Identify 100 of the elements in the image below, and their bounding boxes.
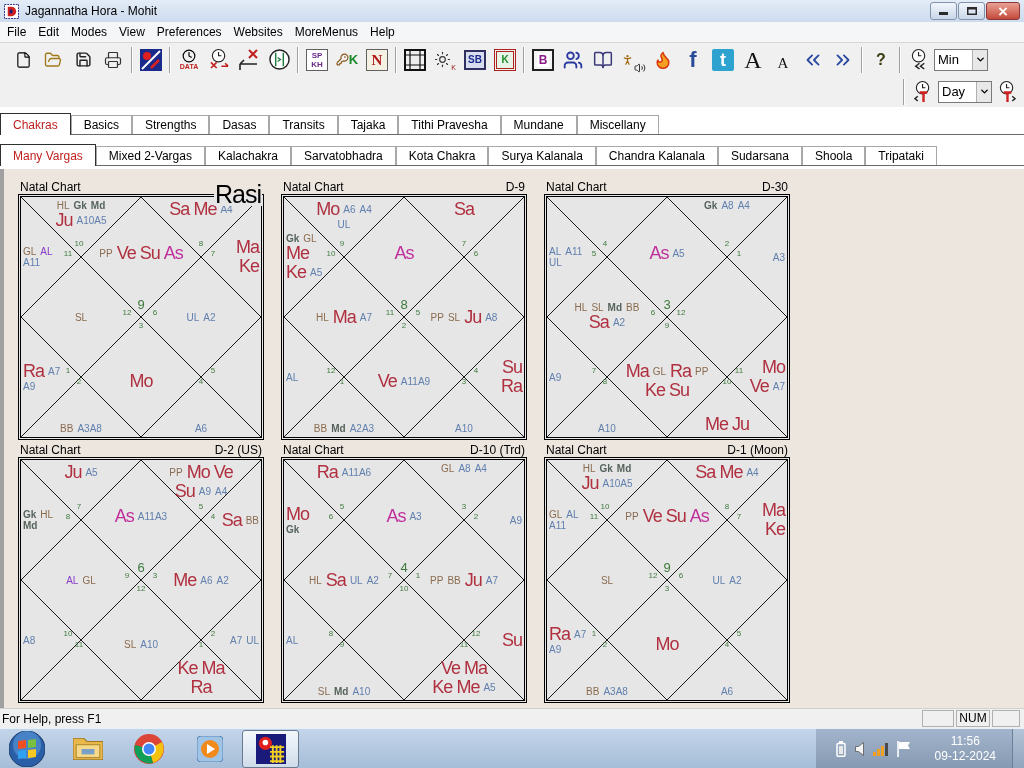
toolbar-button[interactable]: A	[768, 45, 798, 74]
tab[interactable]: Shoola	[801, 146, 866, 165]
ascendant-label: As	[163, 243, 183, 263]
menu-item[interactable]: Preferences	[150, 22, 228, 42]
sign-number: 1	[736, 250, 742, 258]
sign-number: 6	[152, 309, 158, 317]
menu-item[interactable]: MoreMenus	[288, 22, 365, 42]
toolbar-button[interactable]: f	[678, 45, 708, 74]
close-icon	[998, 6, 1008, 16]
menu-item[interactable]: View	[113, 22, 151, 42]
tab[interactable]: Basics	[70, 115, 133, 134]
tab[interactable]: Tithi Pravesha	[398, 115, 501, 134]
planet-label: Ju	[581, 474, 599, 493]
planet-label: Ke	[764, 520, 785, 539]
speaker-icon	[633, 61, 646, 74]
toolbar-button[interactable]: K	[332, 45, 362, 74]
point-label: SL	[447, 311, 461, 323]
sign-number: 11	[589, 513, 599, 521]
point-label: BB	[313, 423, 328, 434]
arudha-label: A2	[203, 311, 216, 323]
tab[interactable]: Many Vargas	[0, 144, 96, 166]
tab[interactable]: Chandra Kalanala	[595, 146, 718, 165]
arudha-label: A5	[310, 266, 323, 278]
toolbar-button[interactable]: N	[366, 48, 388, 71]
planet-label: Ra	[549, 625, 570, 644]
planet-label: Ra	[190, 678, 212, 697]
minimize-button[interactable]	[930, 2, 957, 20]
sign-number: 9	[124, 572, 130, 580]
toolbar-button[interactable]: B	[532, 48, 554, 71]
menu-item[interactable]: Edit	[32, 22, 66, 42]
close-button[interactable]	[986, 2, 1020, 20]
key-icon	[335, 53, 349, 66]
planet-label: Mo	[316, 200, 340, 219]
sign-number: 2	[724, 240, 730, 248]
sign-number: 8	[400, 297, 408, 311]
sign-number: 6	[473, 250, 479, 258]
sign-number: 3	[461, 378, 467, 386]
sign-number: 10	[600, 503, 610, 511]
period-dropdown[interactable]: Min	[934, 48, 988, 71]
clock-cross-icon	[209, 48, 229, 71]
planet-label: Ma	[464, 659, 487, 678]
sign-number: 1	[339, 378, 345, 386]
tab[interactable]: Transits	[269, 115, 338, 134]
menu-item[interactable]: File	[1, 22, 33, 42]
arudha-label: A8	[485, 311, 498, 323]
tab[interactable]: Tripataki	[865, 146, 937, 165]
sign-number: 12	[136, 585, 146, 593]
chart-label: D-30	[762, 180, 788, 194]
point-label: HL	[40, 509, 54, 520]
sign-number: 2	[602, 641, 608, 649]
tab[interactable]: Tajaka	[337, 115, 399, 134]
upagraha-label: Md	[616, 463, 632, 474]
period-dropdown[interactable]: Day	[938, 80, 992, 103]
planet-label: Sa	[325, 570, 346, 590]
sign-number: 9	[663, 560, 671, 574]
tab[interactable]: Surya Kalanala	[488, 146, 596, 165]
maximize-button[interactable]	[958, 2, 985, 20]
arudha-label: A6	[194, 423, 208, 434]
folder-icon	[72, 737, 103, 760]
menu-item[interactable]: Modes	[65, 22, 114, 42]
sign-number: 12	[676, 309, 686, 317]
frame-grid-icon	[404, 48, 426, 71]
arudha-label: A7	[359, 311, 372, 323]
toolbar-button[interactable]: SB	[464, 49, 486, 70]
sign-number: 12	[122, 309, 132, 317]
toolbar-button[interactable]: K	[494, 48, 516, 71]
point-label: HL	[574, 302, 588, 313]
tab[interactable]: Sarvatobhadra	[291, 146, 396, 165]
menu-item[interactable]: Websites	[227, 22, 289, 42]
tab[interactable]: Kalachakra	[204, 146, 291, 165]
sign-number: 7	[736, 513, 742, 521]
tab[interactable]: Sudarsana	[717, 146, 802, 165]
show-desktop-button[interactable]	[1012, 728, 1024, 768]
tab[interactable]: Miscellany	[576, 115, 659, 134]
chart-title: Natal Chart	[283, 180, 344, 194]
planet-label: Ke	[177, 659, 198, 678]
ascendant-label: As	[114, 506, 134, 526]
toolbar-button[interactable]: SP KH	[306, 48, 328, 71]
planet-label: Me	[286, 243, 309, 263]
sign-number: 2	[401, 322, 407, 330]
tab[interactable]: Mixed 2-Vargas	[95, 146, 205, 165]
planet-label: Ve	[440, 659, 460, 678]
maximize-icon	[966, 7, 977, 15]
menu-item[interactable]: Help	[364, 22, 401, 42]
toolbar-button[interactable]: A	[738, 45, 768, 74]
toolbar-button[interactable]: ?	[866, 45, 896, 74]
tab[interactable]: Strengths	[132, 115, 210, 134]
point-label: SL	[124, 638, 137, 650]
sign-number: 9	[664, 322, 670, 330]
sign-number: 6	[137, 560, 145, 574]
tab[interactable]: Chakras	[0, 113, 71, 135]
planet-label: Ra	[316, 463, 338, 482]
tab[interactable]: Mundane	[500, 115, 577, 134]
sign-number: 12	[326, 367, 336, 375]
arudha-label: A6	[200, 574, 213, 586]
point-label: PP	[169, 467, 183, 478]
point-label: SL	[600, 574, 614, 586]
tab[interactable]: Kota Chakra	[395, 146, 489, 165]
taskbar-app[interactable]	[242, 729, 299, 768]
tab[interactable]: Dasas	[209, 115, 270, 134]
